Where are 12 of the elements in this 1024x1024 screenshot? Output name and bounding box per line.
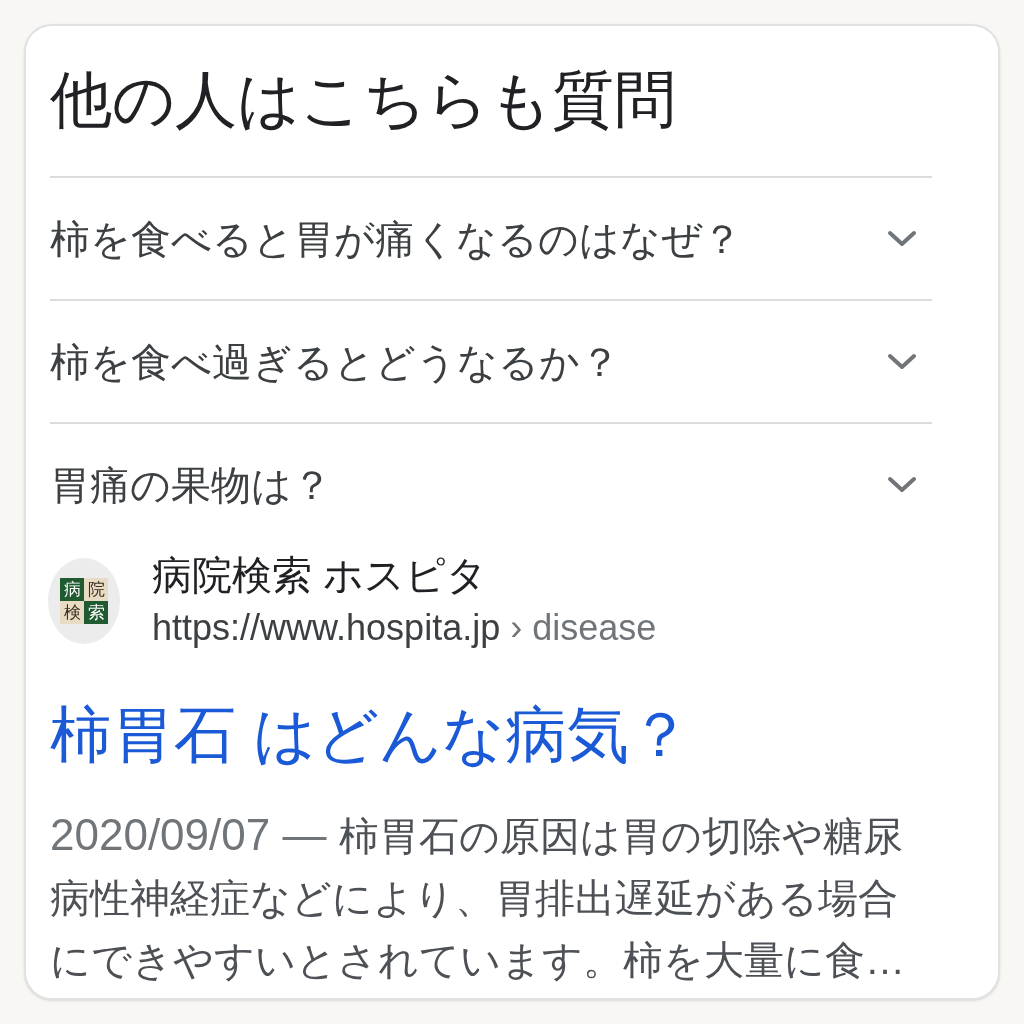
site-name: 病院検索 ホスピタ — [152, 552, 489, 599]
logo-tile: 検 — [60, 600, 84, 624]
section-title: 他の人はこちらも質問 — [50, 64, 677, 136]
logo-tile: 索 — [84, 600, 108, 624]
logo-tile: 院 — [84, 577, 108, 601]
question-row[interactable]: 柿を食べ過ぎるとどうなるか？ — [50, 299, 932, 422]
logo-tile: 病 — [60, 577, 84, 601]
result-snippet: 2020/09/07 — 柿胃石の原因は胃の切除や糖尿病性神経症などにより、胃排出遅延がある場合にできやすいとされています。柿を大量に食… — [50, 809, 906, 984]
result-title-link[interactable]: 柿胃石 はどんな病気？ — [50, 698, 692, 772]
question-row[interactable]: 柿を食べると胃が痛くなるのはなぜ？ — [50, 176, 932, 299]
question-row[interactable]: 胃痛の果物は？ — [50, 422, 932, 545]
result-url: https://www.hospita.jp › disease — [152, 606, 657, 650]
